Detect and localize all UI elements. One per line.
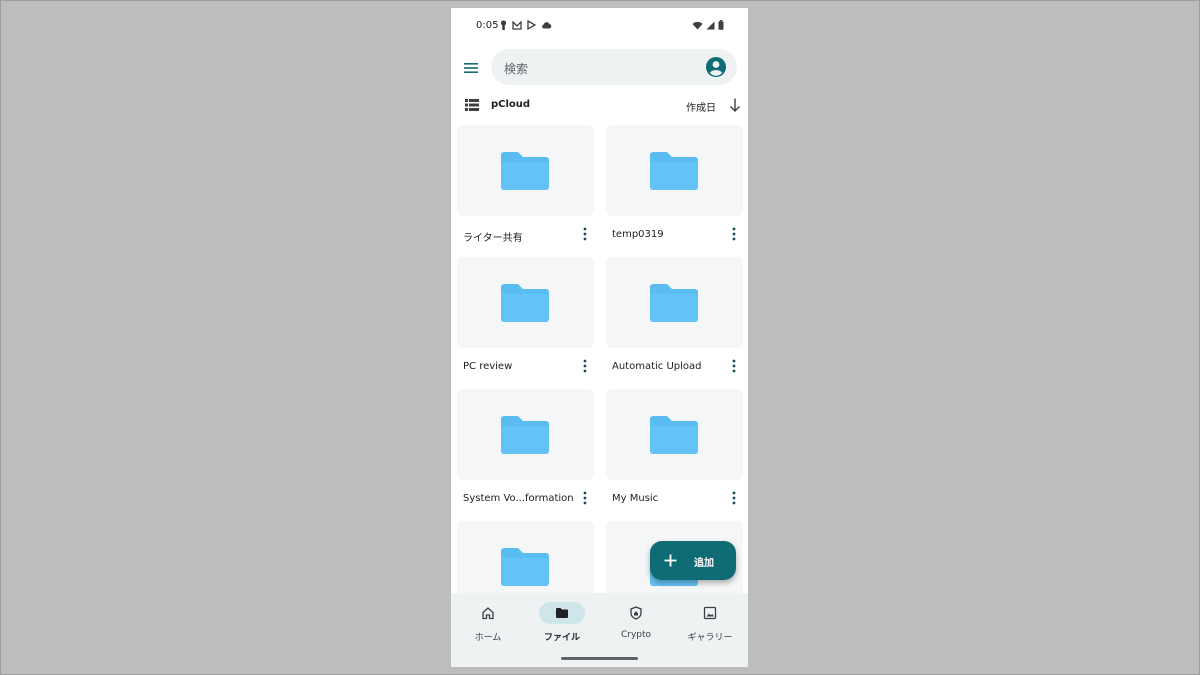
folder-card[interactable]: ライター共有 [457,125,594,250]
folder-name: temp0319 [612,229,664,240]
more-options-icon[interactable] [731,358,737,374]
folder-icon [501,284,549,322]
more-options-icon[interactable] [582,226,588,242]
signal-icon [706,21,715,29]
current-folder-title: pCloud [491,99,531,110]
folder-thumbnail [606,125,743,216]
folder-name: System Vo...formation [463,493,574,504]
nav-item-files[interactable]: ファイル [525,600,599,646]
gesture-handle[interactable] [561,657,638,660]
more-options-icon[interactable] [582,358,588,374]
list-view-icon[interactable] [464,98,480,112]
wifi-icon [692,21,703,29]
arrow-down-icon[interactable] [728,97,742,113]
more-options-icon[interactable] [731,490,737,506]
folder-icon [501,548,549,586]
status-time: 0:05 [476,20,499,31]
folder-icon [650,284,698,322]
phone-screen: 0:05 検索 pCloud 作成日 ライター共有 temp0319 PC re… [451,8,748,667]
cloud-icon [542,22,552,29]
add-button-label: 追加 [694,558,714,569]
folder-icon [650,152,698,190]
search-placeholder: 検索 [504,62,529,76]
status-notification-icons [500,20,552,30]
nav-label-gallery: ギャラリー [687,633,733,643]
hamburger-menu-icon[interactable] [462,59,480,77]
folder-thumbnail [457,257,594,348]
folder-thumbnail [457,389,594,480]
folder-card[interactable]: My Music [606,389,743,514]
status-bar: 0:05 [451,8,748,44]
folder-name: My Music [612,493,659,504]
folder-card[interactable]: PC review [457,257,594,382]
folder-name: PC review [463,361,513,372]
folder-name: ライター共有 [463,233,523,244]
account-circle-icon[interactable] [705,56,727,78]
nav-label-home: ホーム [474,633,502,643]
app-bar: 検索 [451,49,748,87]
more-options-icon[interactable] [582,490,588,506]
play-store-icon [527,20,536,30]
folder-thumbnail [457,125,594,216]
battery-icon [718,20,724,30]
gallery-icon [703,606,717,620]
home-icon [482,607,494,620]
shield-icon [630,606,642,620]
keyhole-icon [500,20,507,30]
folder-icon [501,416,549,454]
add-button[interactable]: 追加 [650,541,736,580]
folder-card[interactable]: temp0319 [606,125,743,250]
folder-name: Automatic Upload [612,361,702,372]
nav-label-crypto: Crypto [620,630,652,640]
folder-thumbnail [606,257,743,348]
bottom-navigation: ホーム ファイル Crypto ギャラリー [451,593,748,667]
nav-item-gallery[interactable]: ギャラリー [673,600,747,646]
nav-item-crypto[interactable]: Crypto [599,600,673,646]
nav-item-home[interactable]: ホーム [451,600,525,646]
folder-card[interactable]: Automatic Upload [606,257,743,382]
nav-label-files: ファイル [543,633,580,643]
search-input[interactable]: 検索 [491,49,737,85]
folder-card[interactable]: System Vo...formation [457,389,594,514]
plus-icon [664,554,677,567]
status-system-icons [692,20,724,30]
more-options-icon[interactable] [731,226,737,242]
list-header: pCloud 作成日 [451,96,748,116]
folder-icon [556,608,568,618]
sort-button[interactable]: 作成日 [686,99,716,114]
folder-icon [650,416,698,454]
folder-icon [501,152,549,190]
folder-thumbnail [606,389,743,480]
gmail-icon [512,20,522,30]
